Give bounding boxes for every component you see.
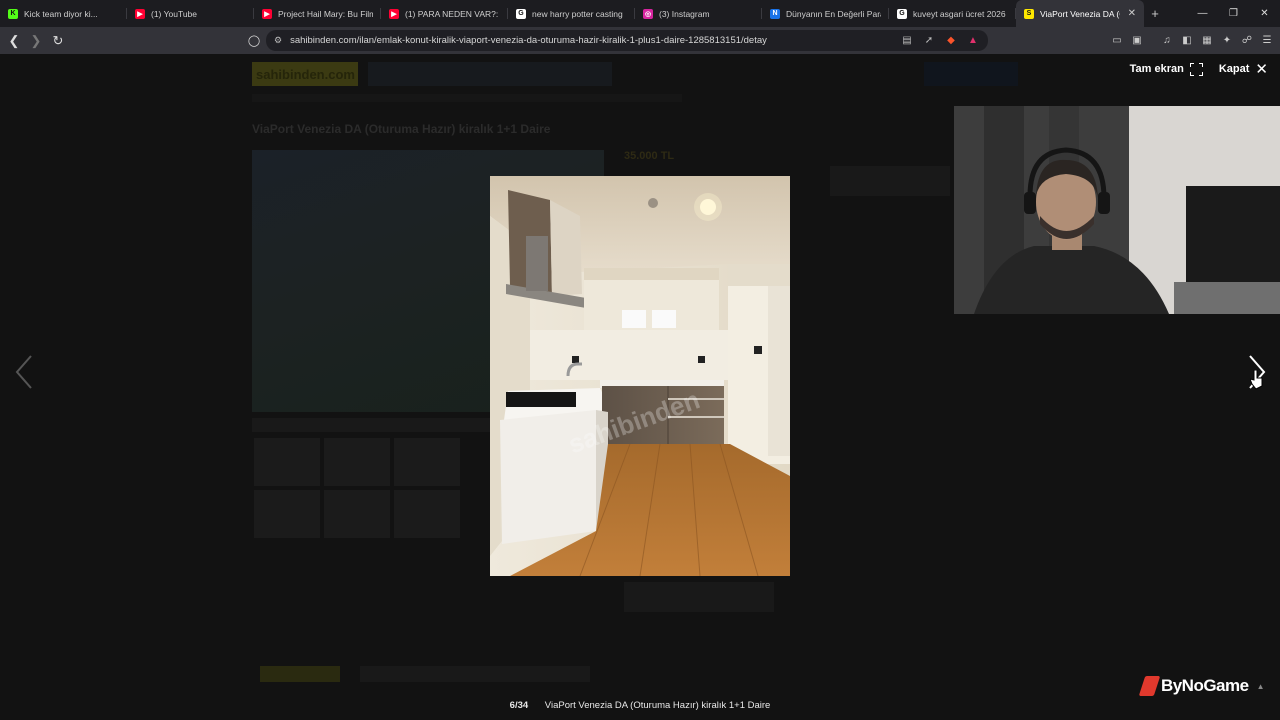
tab-label: kuveyt asgari ücret 2026 (913, 8, 1006, 19)
browser-tab[interactable]: ▶ (1) PARA NEDEN VAR?: En (381, 0, 508, 27)
tab-label: (1) YouTube (151, 8, 197, 19)
browser-tab[interactable]: ▶ Project Hail Mary: Bu Film (254, 0, 381, 27)
google-icon: G (516, 8, 526, 19)
tab-bar: K Kick team diyor ki... ▶ (1) YouTube ▶ Proje… (0, 0, 1280, 27)
tab-label: Dünyanın En Değerli Para (786, 8, 881, 19)
browser-tab[interactable]: Gnew harry potter casting (508, 0, 635, 27)
close-window-button[interactable]: ✕ (1249, 0, 1280, 27)
wallet-icon[interactable]: ▦ (1200, 31, 1214, 49)
extensions-icon[interactable]: ▭ (1110, 31, 1124, 49)
toolbar-extensions: ▭ ▣ ♫ ◧ ▦ ✦ ☍ ☰ (1110, 31, 1274, 49)
reader-mode-icon[interactable]: ▤ (900, 33, 914, 47)
window-controls: — ❐ ✕ (1187, 0, 1280, 27)
share-icon[interactable]: ➚ (922, 33, 936, 47)
media-icon[interactable]: ♫ (1160, 31, 1174, 49)
tab-label: Kick team diyor ki... (24, 8, 98, 19)
forward-icon[interactable]: ❯ (26, 31, 46, 51)
triangle-icon: ▲ (1256, 681, 1265, 691)
previous-photo-button[interactable] (13, 354, 35, 390)
bynogame-mark-icon (1138, 676, 1161, 696)
sidebar-icon[interactable]: ◧ (1180, 31, 1194, 49)
tab-label: (3) Instagram (659, 8, 710, 19)
photo-caption-text: ViaPort Venezia DA (Oturuma Hazır) kiral… (544, 700, 771, 711)
address-bar-row: ❮ ❯ ↻ ◯ ⚙ sahibinden.com/ilan/emlak-konu… (0, 27, 1280, 54)
close-lightbox-button[interactable]: Kapat ✕ (1219, 60, 1268, 78)
sahibinden-icon: S (1024, 8, 1034, 19)
listing-title: ViaPort Venezia DA (Oturuma Hazır) kiral… (252, 122, 551, 136)
brave-shields-icon[interactable]: ◆ (944, 33, 958, 47)
url-text: sahibinden.com/ilan/emlak-konut-kiralik-… (290, 35, 767, 46)
google-icon: G (897, 8, 907, 19)
kick-icon: K (8, 8, 18, 19)
webcam-overlay (954, 106, 1280, 314)
close-tab-icon[interactable]: ✕ (1128, 8, 1136, 19)
chevron-left-icon (15, 355, 32, 389)
menu-icon[interactable]: ☰ (1260, 31, 1274, 49)
screenshot-icon[interactable]: ▣ (1130, 31, 1144, 49)
instagram-icon: ◎ (643, 8, 653, 19)
photo-caption: 6/34 ViaPort Venezia DA (Oturuma Hazır) … (0, 700, 1280, 716)
lightbox-toolbar: Tam ekran Kapat ✕ (1130, 60, 1268, 78)
site-icon: N (770, 8, 780, 19)
leo-ai-icon[interactable]: ✦ (1220, 31, 1234, 49)
fullscreen-label: Tam ekran (1129, 63, 1184, 75)
bookmark-icon[interactable]: ◯ (244, 30, 264, 50)
reload-icon[interactable]: ↻ (48, 31, 68, 51)
brave-rewards-icon[interactable]: ▲ (966, 33, 980, 47)
close-icon: ✕ (1255, 61, 1268, 78)
fullscreen-button[interactable]: Tam ekran (1129, 62, 1203, 76)
youtube-icon: ▶ (389, 8, 399, 19)
site-logo: sahibinden.com (252, 62, 358, 86)
site-info-icon[interactable]: ⚙ (274, 35, 282, 46)
browser-tab[interactable]: ▶ (1) YouTube (127, 0, 254, 27)
bynogame-logo: ByNoGame ▲ (1138, 676, 1265, 696)
vpn-icon[interactable]: ☍ (1240, 31, 1254, 49)
browser-tab[interactable]: Gkuveyt asgari ücret 2026 (889, 0, 1016, 27)
tab-label: Project Hail Mary: Bu Film (278, 8, 373, 19)
browser-tab[interactable]: N Dünyanın En Değerli Para (762, 0, 889, 27)
url-field[interactable]: ⚙ sahibinden.com/ilan/emlak-konut-kirali… (266, 30, 988, 51)
fullscreen-icon (1189, 62, 1203, 76)
photo-counter: 6/34 (509, 700, 529, 711)
browser-tab[interactable]: K Kick team diyor ki... (0, 0, 127, 27)
browser-tab[interactable]: S ViaPort Venezia DA (C ✕ (1016, 0, 1144, 27)
tab-label: new harry potter casting (532, 8, 623, 19)
new-tab-button[interactable]: + (1144, 6, 1166, 21)
youtube-icon: ▶ (262, 8, 272, 19)
tab-label: (1) PARA NEDEN VAR?: En (405, 8, 500, 19)
close-label: Kapat (1218, 63, 1250, 75)
bynogame-logo-text: ByNoGame (1160, 676, 1249, 695)
youtube-icon: ▶ (135, 8, 145, 19)
back-icon[interactable]: ❮ (4, 31, 24, 51)
listing-price: 35.000 TL (624, 150, 675, 162)
mouse-cursor-icon (1250, 370, 1263, 390)
restore-button[interactable]: ❐ (1218, 0, 1249, 27)
tab-label: ViaPort Venezia DA (C (1040, 8, 1120, 19)
minimize-button[interactable]: — (1187, 0, 1218, 27)
gallery-photo: sahibinden (490, 176, 790, 576)
browser-tab[interactable]: ◎ (3) Instagram (635, 0, 762, 27)
